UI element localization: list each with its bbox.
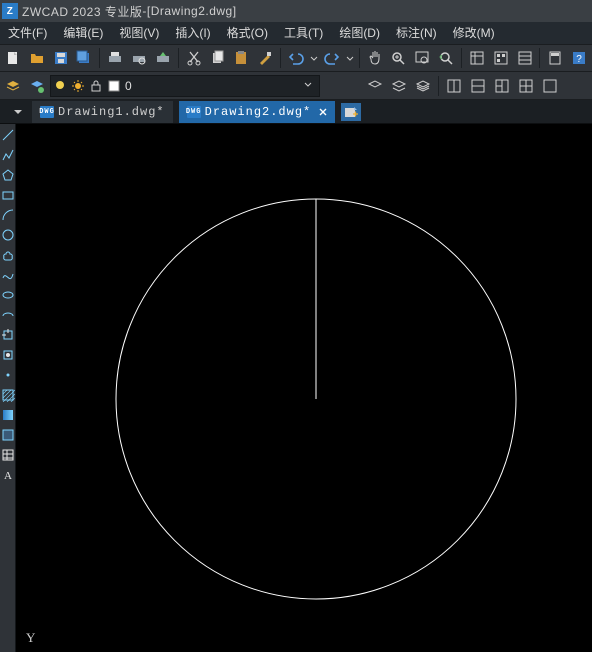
- ellipse-arc-tool[interactable]: [1, 308, 15, 322]
- app-title: ZWCAD 2023 专业版: [22, 3, 142, 20]
- new-tab-button[interactable]: [341, 103, 361, 121]
- plot-preview-button[interactable]: [128, 47, 150, 69]
- tool-palettes-button[interactable]: [514, 47, 536, 69]
- arc-tool[interactable]: [1, 208, 15, 222]
- polyline-tool[interactable]: [1, 148, 15, 162]
- current-layer-name: 0: [125, 79, 132, 93]
- table-tool[interactable]: [1, 448, 15, 462]
- ucs-y-axis-label: Y: [26, 630, 36, 646]
- active-document-title: [Drawing2.dwg]: [147, 4, 237, 18]
- lightbulb-icon: [53, 79, 67, 93]
- chevron-down-icon: [303, 79, 313, 93]
- new-button[interactable]: [2, 47, 24, 69]
- menu-file[interactable]: 文件(F): [0, 22, 55, 44]
- open-button[interactable]: [26, 47, 48, 69]
- cut-button[interactable]: [183, 47, 205, 69]
- region-tool[interactable]: [1, 428, 15, 442]
- hatch-tool[interactable]: [1, 388, 15, 402]
- menu-draw[interactable]: 绘图(D): [331, 22, 388, 44]
- separator: [438, 76, 439, 96]
- separator: [461, 48, 462, 68]
- separator: [539, 48, 540, 68]
- plot-button[interactable]: [104, 47, 126, 69]
- separator: [99, 48, 100, 68]
- viewport-button-4[interactable]: [515, 75, 537, 97]
- calculator-button[interactable]: [544, 47, 566, 69]
- layer-freeze-button[interactable]: [412, 75, 434, 97]
- lock-icon: [89, 79, 103, 93]
- tab-close-button[interactable]: [315, 104, 331, 120]
- dwg-file-icon: DWG: [40, 106, 54, 118]
- layer-toolbar: 0: [0, 72, 592, 100]
- standard-toolbar: ?: [0, 44, 592, 72]
- menu-view[interactable]: 视图(V): [111, 22, 167, 44]
- undo-dropdown[interactable]: [309, 47, 319, 69]
- saveas-button[interactable]: [73, 47, 95, 69]
- separator: [178, 48, 179, 68]
- tab-list-dropdown[interactable]: [14, 110, 22, 114]
- layer-isolate-button[interactable]: [388, 75, 410, 97]
- pan-button[interactable]: [364, 47, 386, 69]
- zoom-realtime-button[interactable]: [388, 47, 410, 69]
- insert-block-tool[interactable]: [1, 328, 15, 342]
- color-swatch-icon: [107, 79, 121, 93]
- paste-button[interactable]: [230, 47, 252, 69]
- menu-edit[interactable]: 编辑(E): [55, 22, 111, 44]
- rectangle-tool[interactable]: [1, 188, 15, 202]
- save-button[interactable]: [50, 47, 72, 69]
- menu-modify[interactable]: 修改(M): [445, 22, 503, 44]
- copy-button[interactable]: [207, 47, 229, 69]
- zoom-window-button[interactable]: [411, 47, 433, 69]
- mtext-tool[interactable]: A: [1, 468, 15, 482]
- circle-tool[interactable]: [1, 228, 15, 242]
- gradient-tool[interactable]: [1, 408, 15, 422]
- viewport-button-3[interactable]: [491, 75, 513, 97]
- match-properties-button[interactable]: [254, 47, 276, 69]
- redo-dropdown[interactable]: [345, 47, 355, 69]
- app-icon: Z: [2, 3, 18, 19]
- menu-insert[interactable]: 插入(I): [167, 22, 218, 44]
- point-tool[interactable]: [1, 368, 15, 382]
- publish-button[interactable]: [152, 47, 174, 69]
- drawing-canvas[interactable]: Y: [16, 124, 592, 652]
- make-block-tool[interactable]: [1, 348, 15, 362]
- viewport-button-1[interactable]: [443, 75, 465, 97]
- properties-button[interactable]: [466, 47, 488, 69]
- polygon-tool[interactable]: [1, 168, 15, 182]
- undo-button[interactable]: [285, 47, 307, 69]
- tab-label: Drawing1.dwg*: [58, 105, 165, 119]
- ellipse-tool[interactable]: [1, 288, 15, 302]
- separator: [359, 48, 360, 68]
- tab-drawing1[interactable]: DWG Drawing1.dwg*: [32, 101, 173, 123]
- layer-properties-button[interactable]: [2, 75, 24, 97]
- zoom-previous-button[interactable]: [435, 47, 457, 69]
- redo-button[interactable]: [321, 47, 343, 69]
- line-tool[interactable]: [1, 128, 15, 142]
- tab-drawing2[interactable]: DWG Drawing2.dwg*: [179, 101, 336, 123]
- menu-format[interactable]: 格式(O): [219, 22, 276, 44]
- draw-toolbar: A: [0, 124, 16, 652]
- design-center-button[interactable]: [490, 47, 512, 69]
- title-bar: Z ZWCAD 2023 专业版 - [Drawing2.dwg]: [0, 0, 592, 22]
- sun-icon: [71, 79, 85, 93]
- layer-off-button[interactable]: [364, 75, 386, 97]
- menu-tools[interactable]: 工具(T): [276, 22, 331, 44]
- revcloud-tool[interactable]: [1, 248, 15, 262]
- menu-dimension[interactable]: 标注(N): [388, 22, 445, 44]
- tab-label: Drawing2.dwg*: [205, 105, 312, 119]
- dwg-file-icon: DWG: [187, 106, 201, 118]
- viewport-button-2[interactable]: [467, 75, 489, 97]
- svg-text:?: ?: [576, 54, 582, 65]
- spline-tool[interactable]: [1, 268, 15, 282]
- layer-dropdown[interactable]: 0: [50, 75, 320, 97]
- viewport-button-5[interactable]: [539, 75, 561, 97]
- svg-text:A: A: [4, 470, 12, 482]
- separator: [280, 48, 281, 68]
- help-button[interactable]: ?: [568, 47, 590, 69]
- document-tab-bar: DWG Drawing1.dwg* DWG Drawing2.dwg*: [0, 100, 592, 124]
- main-area: A Y: [0, 124, 592, 652]
- menu-bar: 文件(F) 编辑(E) 视图(V) 插入(I) 格式(O) 工具(T) 绘图(D…: [0, 22, 592, 44]
- layer-states-button[interactable]: [26, 75, 48, 97]
